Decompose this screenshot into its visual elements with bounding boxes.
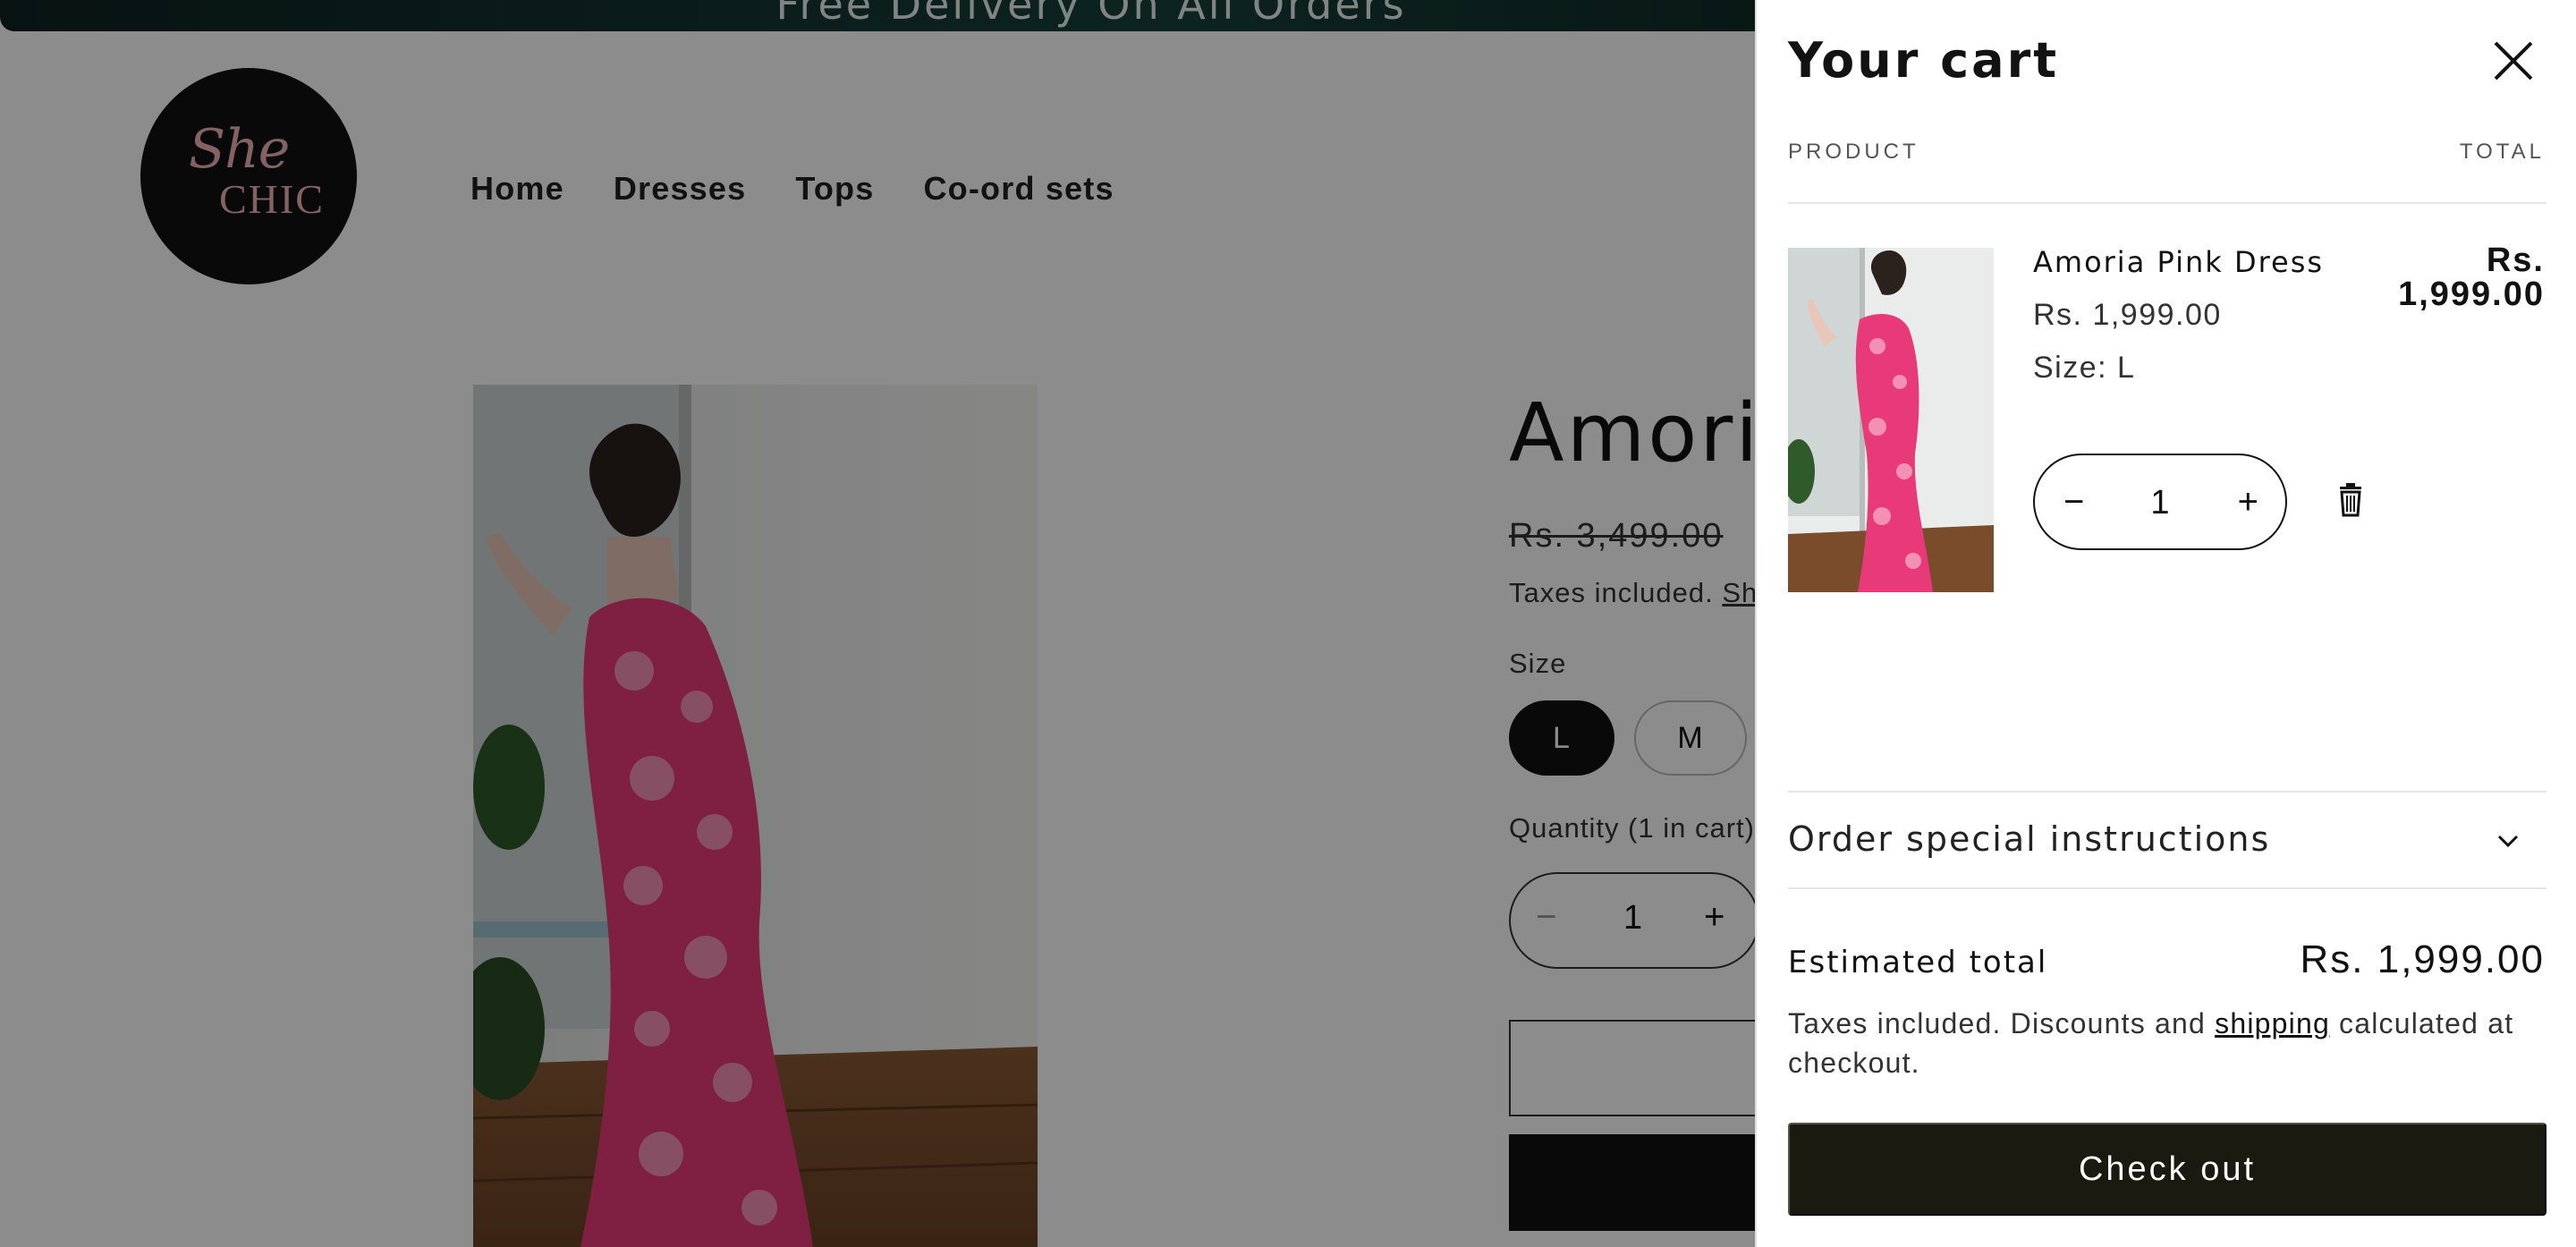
quantity-stepper: − 1 + <box>2033 454 2287 550</box>
cart-item-image[interactable] <box>1788 248 1994 592</box>
tax-text-before: Taxes included. Discounts and <box>1788 1007 2216 1039</box>
estimated-total-label: Estimated total <box>1788 945 2048 980</box>
order-instructions-label: Order special instructions <box>1788 819 2271 859</box>
cart-item-name[interactable]: Amoria Pink Dress <box>2033 245 2324 279</box>
header-divider <box>1788 202 2546 204</box>
cart-item-total-currency: Rs. <box>2486 242 2545 279</box>
plus-icon[interactable]: + <box>2238 479 2258 525</box>
trash-icon[interactable] <box>2333 481 2368 521</box>
checkout-button[interactable]: Check out <box>1788 1123 2546 1216</box>
cart-item-total-amount: 1,999.00 <box>2398 276 2545 313</box>
column-header-total: TOTAL <box>2459 140 2545 164</box>
shipping-policy-link[interactable]: shipping <box>2215 1007 2330 1039</box>
cart-item-size: Size: L <box>2033 351 2136 385</box>
column-header-product: PRODUCT <box>1788 140 1919 164</box>
chevron-down-icon <box>2495 830 2521 852</box>
cart-item-total: Rs. 1,999.00 <box>2366 243 2545 311</box>
close-icon[interactable] <box>2490 38 2537 84</box>
checkout-tax-note: Taxes included. Discounts and shipping c… <box>1788 1004 2546 1082</box>
cart-item-price: Rs. 1,999.00 <box>2033 298 2222 332</box>
cart-dress-photo <box>1788 248 1994 592</box>
estimated-total-value: Rs. 1,999.00 <box>2300 937 2545 981</box>
cart-drawer: Your cart PRODUCT TOTAL Amoria Pink Dres… <box>1755 0 2576 1247</box>
order-instructions-toggle[interactable]: Order special instructions <box>1788 793 2546 889</box>
instructions-bottom-divider <box>1788 887 2546 889</box>
cart-title: Your cart <box>1788 32 2060 89</box>
drawer-overlay[interactable] <box>0 0 1755 1247</box>
